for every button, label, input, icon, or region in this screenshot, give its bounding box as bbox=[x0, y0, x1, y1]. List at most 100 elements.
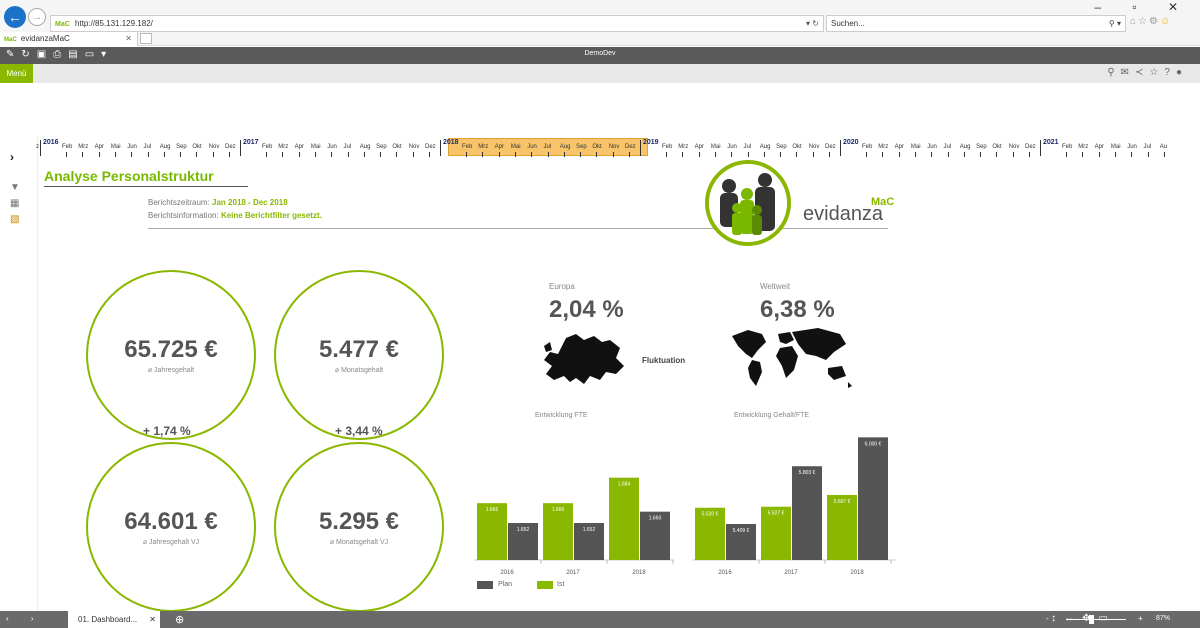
window-controls[interactable]: – ▫ ✕ bbox=[1094, 0, 1192, 14]
timeline-month[interactable]: Feb bbox=[262, 144, 272, 150]
menu-icons[interactable]: ⚲✉≺☆?● bbox=[1107, 67, 1188, 78]
timeline-month[interactable]: Feb bbox=[62, 144, 72, 150]
timeline-month[interactable]: Mai bbox=[911, 144, 921, 150]
timeline-month[interactable]: Dez bbox=[425, 144, 436, 150]
timeline-month[interactable]: Mrz bbox=[478, 144, 488, 150]
zoom-slider-handle[interactable] bbox=[1089, 615, 1094, 624]
timeline-month[interactable]: Okt bbox=[592, 144, 601, 150]
star-icon[interactable]: ☆ bbox=[1149, 67, 1164, 78]
filter-icon[interactable]: ▼ bbox=[10, 180, 20, 196]
home-icon[interactable]: ⌂ bbox=[1130, 16, 1138, 27]
timeline-month[interactable]: Nov bbox=[809, 144, 820, 150]
bar-plan[interactable] bbox=[792, 466, 822, 560]
timeline-month[interactable]: Mai bbox=[511, 144, 521, 150]
timeline-month[interactable]: Jul bbox=[544, 144, 552, 150]
timeline-month[interactable]: Dez bbox=[825, 144, 836, 150]
timeline-month[interactable]: Mai bbox=[711, 144, 721, 150]
timeline-month[interactable]: Jun bbox=[127, 144, 137, 150]
timeline-month[interactable]: Aug bbox=[360, 144, 371, 150]
timeline-month[interactable]: Nov bbox=[609, 144, 620, 150]
timeline-month[interactable]: Feb bbox=[462, 144, 472, 150]
timeline-month[interactable]: Apr bbox=[695, 144, 704, 150]
timeline-year[interactable]: 2020 bbox=[843, 139, 859, 146]
timeline-month[interactable]: Jul bbox=[1144, 144, 1152, 150]
smiley-icon[interactable]: ☺ bbox=[1160, 16, 1172, 27]
timeline-month[interactable]: Sep bbox=[776, 144, 787, 150]
timeline-month[interactable]: Mai bbox=[311, 144, 321, 150]
add-sheet-icon[interactable]: ⊕ bbox=[175, 613, 184, 626]
timeline-month[interactable]: Jul bbox=[344, 144, 352, 150]
timeline-month[interactable]: Sep bbox=[976, 144, 987, 150]
grid-icon[interactable]: ▦ bbox=[10, 196, 20, 212]
search-icon[interactable]: ⚲ bbox=[1107, 67, 1120, 78]
timeline-month[interactable]: Okt bbox=[392, 144, 401, 150]
timeline-month[interactable]: Mai bbox=[111, 144, 121, 150]
help-icon[interactable]: ? bbox=[1164, 67, 1176, 78]
timeline-month[interactable]: Nov bbox=[209, 144, 220, 150]
zoom-out-button[interactable]: - bbox=[1046, 614, 1049, 623]
vertical-resize-icon[interactable]: ↕ bbox=[1051, 613, 1064, 624]
timeline-year[interactable]: 2017 bbox=[243, 139, 259, 146]
timeline-month[interactable]: Dez bbox=[625, 144, 636, 150]
timeline-month[interactable]: Jun bbox=[527, 144, 537, 150]
timeline-year[interactable]: 2016 bbox=[43, 139, 59, 146]
timeline-month[interactable]: Jun bbox=[327, 144, 337, 150]
timeline-month[interactable]: Feb bbox=[862, 144, 872, 150]
timeline-month[interactable]: Jun bbox=[1127, 144, 1137, 150]
bar-ist[interactable] bbox=[609, 477, 639, 560]
timeline-month[interactable]: Apr bbox=[495, 144, 504, 150]
timeline-month[interactable]: Jul bbox=[144, 144, 152, 150]
new-tab-button[interactable] bbox=[140, 33, 152, 44]
gear-icon[interactable]: ⚙ bbox=[1149, 16, 1160, 27]
timeline-month[interactable]: Sep bbox=[376, 144, 387, 150]
timeline-month[interactable]: Nov bbox=[1009, 144, 1020, 150]
share-icon[interactable]: ≺ bbox=[1135, 67, 1149, 78]
timeline-month[interactable]: Okt bbox=[992, 144, 1001, 150]
search-icon[interactable]: ⚲ ▾ bbox=[1109, 16, 1121, 31]
timeline-month[interactable]: Mrz bbox=[78, 144, 88, 150]
timeline-month[interactable]: Feb bbox=[1062, 144, 1072, 150]
browser-icons[interactable]: ⌂☆⚙☺ bbox=[1130, 16, 1172, 27]
timeline-month[interactable]: Sep bbox=[176, 144, 187, 150]
timeline-month[interactable]: Jul bbox=[744, 144, 752, 150]
timeline-month[interactable]: Apr bbox=[95, 144, 104, 150]
timeline-month[interactable]: Sep bbox=[576, 144, 587, 150]
timeline-month[interactable]: Apr bbox=[1095, 144, 1104, 150]
timeline-year[interactable]: 2019 bbox=[643, 139, 659, 146]
timeline-month[interactable]: z bbox=[36, 144, 39, 150]
timeline-month[interactable]: Feb bbox=[662, 144, 672, 150]
close-tab-icon[interactable]: ✕ bbox=[125, 32, 132, 46]
bar-plan[interactable] bbox=[858, 437, 888, 560]
timeline-month[interactable]: Apr bbox=[895, 144, 904, 150]
timeline-month[interactable]: Jul bbox=[944, 144, 952, 150]
menu-button[interactable]: Menü bbox=[0, 64, 33, 83]
timeline-month[interactable]: Mrz bbox=[878, 144, 888, 150]
timeline-month[interactable]: Okt bbox=[792, 144, 801, 150]
timeline-month[interactable]: Apr bbox=[295, 144, 304, 150]
timeline-month[interactable]: Dez bbox=[1025, 144, 1036, 150]
user-icon[interactable]: ● bbox=[1176, 67, 1188, 78]
timeline-year[interactable]: 2021 bbox=[1043, 139, 1059, 146]
address-bar[interactable]: MaC http://85.131.129.182/ ▾ ↻ bbox=[50, 15, 824, 32]
timeline-month[interactable]: Aug bbox=[960, 144, 971, 150]
forward-arrow-icon[interactable]: → bbox=[28, 8, 46, 26]
zoom-in-button[interactable]: + bbox=[1138, 614, 1143, 623]
star-icon[interactable]: ☆ bbox=[1138, 16, 1149, 27]
timeline-month[interactable]: Mrz bbox=[1078, 144, 1088, 150]
timeline-month[interactable]: Nov bbox=[409, 144, 420, 150]
timeline-month[interactable]: Mrz bbox=[278, 144, 288, 150]
browser-tab[interactable]: MaC evidanzaMaC ✕ bbox=[0, 32, 138, 46]
search-input[interactable]: Suchen... ⚲ ▾ bbox=[826, 15, 1126, 32]
timeline-month[interactable]: Jun bbox=[727, 144, 737, 150]
timeline-month[interactable]: Okt bbox=[192, 144, 201, 150]
sheet-tab[interactable]: 01. Dashboard... ✕ bbox=[68, 611, 160, 628]
timeline-month[interactable]: Jun bbox=[927, 144, 937, 150]
table-filter-icon[interactable]: ▧ bbox=[10, 212, 20, 228]
timeline-month[interactable]: Dez bbox=[225, 144, 236, 150]
timeline-month[interactable]: Aug bbox=[160, 144, 171, 150]
zoom-slider[interactable] bbox=[1066, 619, 1126, 620]
timeline-year[interactable]: 2018 bbox=[443, 139, 459, 146]
timeline-month[interactable]: Aug bbox=[560, 144, 571, 150]
refresh-icon[interactable]: ▾ ↻ bbox=[806, 16, 819, 31]
sheet-nav-arrows[interactable]: ‹ › bbox=[6, 614, 44, 623]
